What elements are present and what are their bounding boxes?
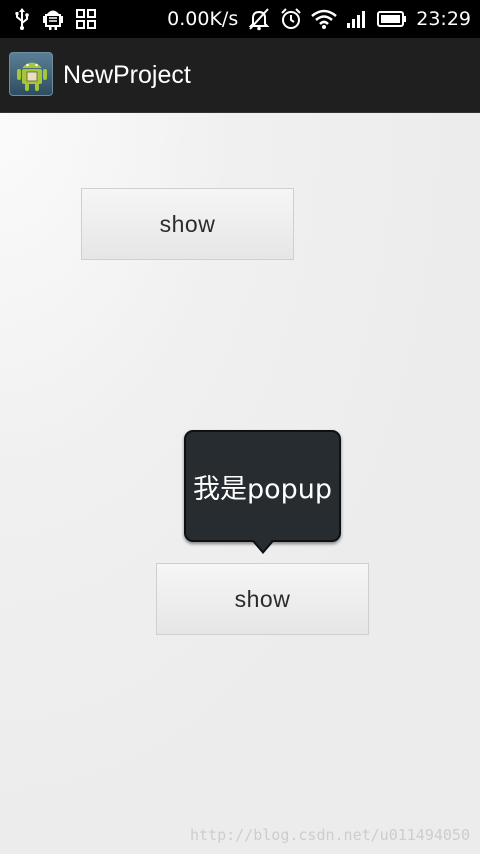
grid-icon	[76, 9, 96, 29]
popup-bubble: 我是popup	[184, 430, 341, 542]
show-button-bottom[interactable]: show	[156, 563, 369, 635]
popup-arrow-fill	[253, 539, 273, 551]
status-bar-left	[14, 0, 96, 38]
android-debug-icon	[42, 8, 64, 30]
wifi-icon	[311, 9, 338, 29]
alarm-icon	[280, 8, 302, 30]
app-title: NewProject	[63, 61, 191, 89]
android-app-icon[interactable]	[9, 52, 53, 96]
content-area: show 我是popup show	[0, 113, 480, 854]
usb-icon	[14, 8, 30, 30]
signal-icon	[346, 9, 368, 29]
action-bar: NewProject	[0, 38, 480, 114]
show-button-top[interactable]: show	[81, 188, 294, 260]
watermark: http://blog.csdn.net/u011494050	[190, 826, 470, 844]
status-bar-right: 0.00K/s 23:29	[167, 0, 471, 38]
popup-text: 我是popup	[192, 473, 333, 505]
status-bar: 0.00K/s 23:29	[0, 0, 480, 38]
network-speed: 0.00K/s	[167, 8, 239, 30]
notifications-off-icon	[247, 7, 271, 31]
battery-icon	[377, 10, 407, 28]
clock: 23:29	[416, 8, 471, 30]
